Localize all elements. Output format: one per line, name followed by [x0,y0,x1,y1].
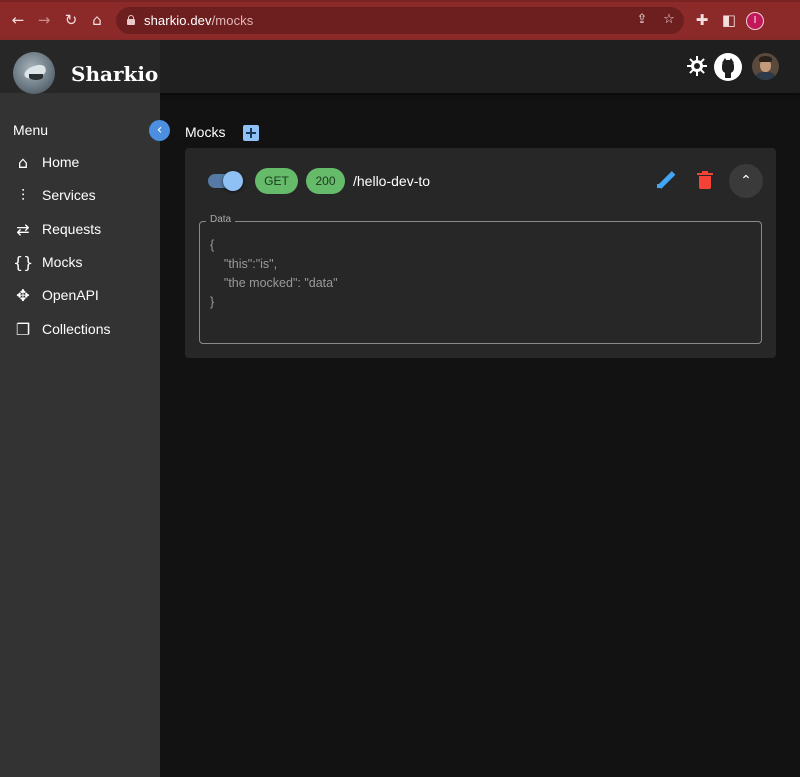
curly-braces-icon: {} [13,253,34,272]
data-field-label: Data [206,214,236,225]
github-icon[interactable] [714,53,742,81]
sidebar-item-requests[interactable]: ⇄ Requests [0,215,160,245]
data-line: "this":"is", [210,257,278,271]
sidebar-item-services[interactable]: ⫶ Services [0,181,160,211]
data-line: } [210,295,215,309]
sidebar-item-label: Requests [42,221,102,237]
home-icon: ⌂ [17,153,29,172]
data-line: { [210,238,215,252]
brand-title: Sharkio [71,62,159,86]
data-line: "the mocked": "data" [210,276,338,290]
home-icon[interactable]: ⌂ [87,10,107,30]
shark-logo-icon[interactable] [13,52,55,94]
sidebar-item-label: Home [42,154,80,170]
mock-enabled-toggle[interactable] [208,171,243,191]
profile-avatar[interactable]: I [746,12,764,30]
user-avatar[interactable] [752,53,779,80]
mock-path: /hello-dev-to [353,173,431,189]
status-chip: 200 [306,168,345,194]
back-arrow-icon[interactable]: ← [8,10,28,30]
sidebar-item-collections[interactable]: ❐ Collections [0,315,160,345]
reload-icon[interactable]: ↻ [61,10,81,30]
collapse-sidebar-button[interactable]: ‹ [149,120,170,141]
add-mock-button[interactable] [243,125,259,141]
services-icon: ⫶ [20,186,25,205]
api-icon: ✥ [16,286,30,305]
sidebar-item-label: Services [42,187,96,203]
sidebar-item-home[interactable]: ⌂ Home [0,148,160,178]
sidebar-item-label: Mocks [42,254,83,270]
star-icon[interactable]: ☆ [661,12,677,28]
extensions-icon[interactable]: ✚ [692,10,712,30]
swap-arrows-icon: ⇄ [16,220,30,239]
lock-icon[interactable] [127,15,135,25]
sidebar-item-label: Collections [42,321,111,337]
sidebar-item-openapi[interactable]: ✥ OpenAPI [0,281,160,311]
address-bar[interactable]: sharkio.dev/mocks ⇪ ☆ [116,7,684,34]
collections-icon: ❐ [15,320,31,339]
edit-icon[interactable] [655,171,676,191]
menu-title: Menu [13,122,49,138]
collapse-card-button[interactable]: ⌃ [729,164,763,198]
forward-arrow-icon[interactable]: → [34,10,54,30]
sidebar-item-mocks[interactable]: {} Mocks [0,248,160,278]
side-panel-icon[interactable]: ◧ [719,10,739,30]
share-icon[interactable]: ⇪ [634,12,650,28]
delete-icon[interactable] [697,171,713,190]
method-chip: GET [255,168,298,194]
url-text: sharkio.dev/mocks [144,13,254,28]
tab-strip [0,0,800,2]
theme-toggle-icon[interactable] [686,55,708,77]
page-title: Mocks [185,124,226,140]
sidebar-item-label: OpenAPI [42,287,99,303]
